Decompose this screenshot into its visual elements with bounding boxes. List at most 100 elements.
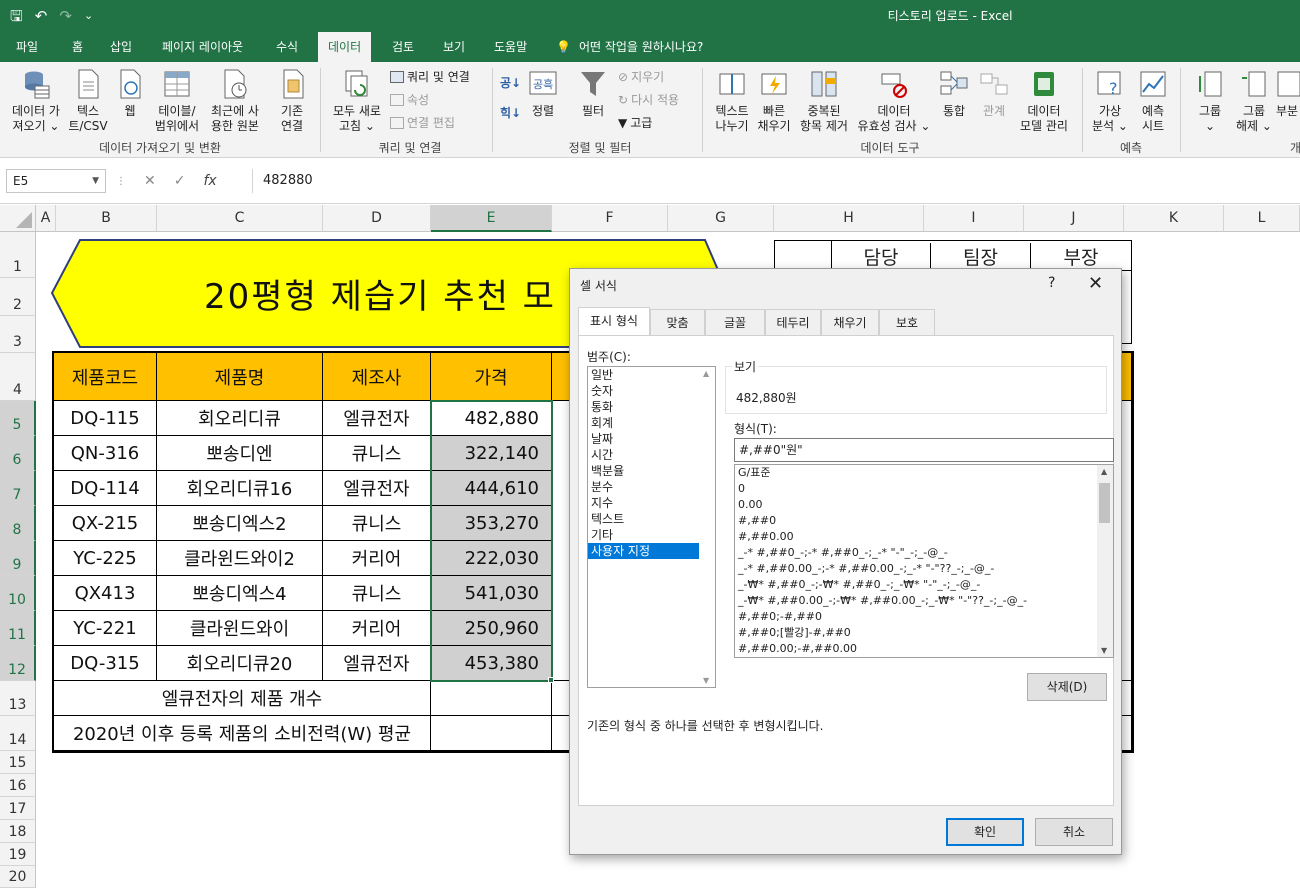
select-all-corner[interactable] [0,205,36,232]
list-item[interactable]: #,##0;-#,##0 [735,609,1113,625]
row-header-11[interactable]: 11 [0,611,36,646]
list-item[interactable]: _-₩* #,##0.00_-;-₩* #,##0.00_-;_-₩* "-"?… [735,593,1113,609]
header-product-name[interactable]: 제품명 [157,353,323,401]
chevron-up-icon[interactable]: ▲ [1101,467,1107,476]
row-header-2[interactable]: 2 [0,278,36,316]
tab-number[interactable]: 표시 형식 [578,307,650,336]
row-header-7[interactable]: 7 [0,471,36,506]
table-cell[interactable]: 뽀송디엑스2 [157,506,323,541]
row-header-16[interactable]: 16 [0,774,36,797]
category-scrollbar[interactable]: ▲ ▼ [699,367,715,687]
table-cell[interactable]: 444,610 [431,471,552,506]
properties-button[interactable]: 속성 [390,91,429,109]
sort-button[interactable]: 공흑 정렬 [528,68,558,119]
sort-descending-button[interactable]: 힉↓ [500,104,521,122]
formula-input[interactable]: 482880 [252,169,1300,193]
list-item[interactable]: #,##0.00 [735,529,1113,545]
table-cell[interactable]: 엘큐전자 [323,646,431,681]
list-item[interactable]: 회계 [588,415,715,431]
insert-function-icon[interactable]: fx [203,173,216,189]
clear-filter-button[interactable]: ⊘ 지우기 [618,68,664,86]
table-cell[interactable]: 뽀송디엔 [157,436,323,471]
list-item[interactable]: _-₩* #,##0_-;-₩* #,##0_-;_-₩* "-"_-;_-@_… [735,577,1113,593]
row-header-13[interactable]: 13 [0,681,36,716]
table-cell-active[interactable]: 482,880 [431,401,552,436]
column-header-i[interactable]: I [924,205,1024,232]
get-data-button[interactable]: 데이터 가 져오기 ⌄ [8,68,64,134]
table-cell[interactable]: DQ-114 [54,471,157,506]
table-cell[interactable]: 커리어 [323,611,431,646]
tab-alignment[interactable]: 맞춤 [650,309,705,335]
list-item[interactable]: 0 [735,481,1113,497]
header-price[interactable]: 가격 [431,353,552,401]
column-header-h[interactable]: H [774,205,924,232]
flash-fill-button[interactable]: 빠른 채우기 [754,68,794,134]
tab-data[interactable]: 데이터 [318,32,372,62]
name-box[interactable]: E5 ▼ [6,169,106,193]
from-web-button[interactable]: 웹 [114,68,146,119]
table-cell[interactable]: 커리어 [323,541,431,576]
category-list[interactable]: 일반 숫자 통화 회계 날짜 시간 백분율 분수 지수 텍스트 기타 사용자 지… [587,366,716,688]
refresh-all-button[interactable]: 모두 새로 고침 ⌄ [328,68,386,134]
relationships-button[interactable]: 관계 [976,68,1012,119]
row-header-6[interactable]: 6 [0,436,36,471]
forecast-sheet-button[interactable]: 예측 시트 [1134,68,1172,134]
row-header-20[interactable]: 20 [0,866,36,888]
table-cell[interactable]: 541,030 [431,576,552,611]
table-cell[interactable]: 큐니스 [323,436,431,471]
column-header-b[interactable]: B [56,205,157,232]
header-manufacturer[interactable]: 제조사 [323,353,431,401]
list-item[interactable]: 0.00 [735,497,1113,513]
row-header-18[interactable]: 18 [0,820,36,843]
list-item[interactable]: G/표준 [735,465,1113,481]
row-header-10[interactable]: 10 [0,576,36,611]
chevron-down-icon[interactable]: ▼ [703,676,709,685]
table-cell[interactable]: 큐니스 [323,506,431,541]
table-cell[interactable]: QN-316 [54,436,157,471]
queries-connections-button[interactable]: 쿼리 및 연결 [390,68,470,86]
ungroup-button[interactable]: 그룹 해제 ⌄ [1232,68,1276,134]
list-item[interactable]: _-* #,##0.00_-;-* #,##0.00_-;_-* "-"??_-… [735,561,1113,577]
tab-file[interactable]: 파일 [6,32,48,62]
list-item[interactable]: _-* #,##0_-;-* #,##0_-;_-* "-"_-;_-@_- [735,545,1113,561]
format-scrollbar[interactable]: ▲ ▼ [1097,465,1113,657]
table-cell[interactable]: 353,270 [431,506,552,541]
sort-ascending-button[interactable]: 공↓ [500,74,521,92]
table-cell[interactable]: 회오리디큐 [157,401,323,436]
tab-border[interactable]: 테두리 [765,309,821,335]
row-header-9[interactable]: 9 [0,541,36,576]
column-header-k[interactable]: K [1124,205,1224,232]
table-cell[interactable]: DQ-115 [54,401,157,436]
row-header-14[interactable]: 14 [0,716,36,751]
row-header-5[interactable]: 5 [0,401,36,436]
tab-insert[interactable]: 삽입 [100,32,142,62]
tab-help[interactable]: 도움말 [484,32,537,62]
tab-fill[interactable]: 채우기 [821,309,879,335]
column-header-j[interactable]: J [1024,205,1124,232]
row-header-12[interactable]: 12 [0,646,36,681]
help-icon[interactable]: ? [1048,275,1055,291]
list-item[interactable]: #,##0 [735,513,1113,529]
table-cell[interactable]: 222,030 [431,541,552,576]
summary-label-1[interactable]: 엘큐전자의 제품 개수 [54,681,431,716]
row-header-8[interactable]: 8 [0,506,36,541]
from-text-csv-button[interactable]: 텍스 트/CSV [66,68,110,134]
text-to-columns-button[interactable]: 텍스트 나누기 [710,68,754,134]
format-list[interactable]: G/표준 0 0.00 #,##0 #,##0.00 _-* #,##0_-;-… [734,464,1114,658]
group-button[interactable]: 그룹 ⌄ [1190,68,1230,134]
column-header-d[interactable]: D [323,205,431,232]
close-icon[interactable]: ✕ [1088,273,1103,294]
tab-formulas[interactable]: 수식 [266,32,308,62]
list-item[interactable]: 백분율 [588,463,715,479]
table-cell[interactable]: 클라윈드와이2 [157,541,323,576]
chevron-up-icon[interactable]: ▲ [703,369,709,378]
row-header-1[interactable]: 1 [0,232,36,278]
tab-page-layout[interactable]: 페이지 레이아웃 [152,32,253,62]
delete-button[interactable]: 삭제(D) [1027,673,1107,701]
table-cell[interactable]: DQ-315 [54,646,157,681]
format-type-input[interactable]: #,##0"원" [734,438,1114,462]
filter-button[interactable]: 필터 [576,68,610,119]
tab-protection[interactable]: 보호 [879,309,935,335]
consolidate-button[interactable]: 통합 [936,68,972,119]
table-cell[interactable]: 322,140 [431,436,552,471]
